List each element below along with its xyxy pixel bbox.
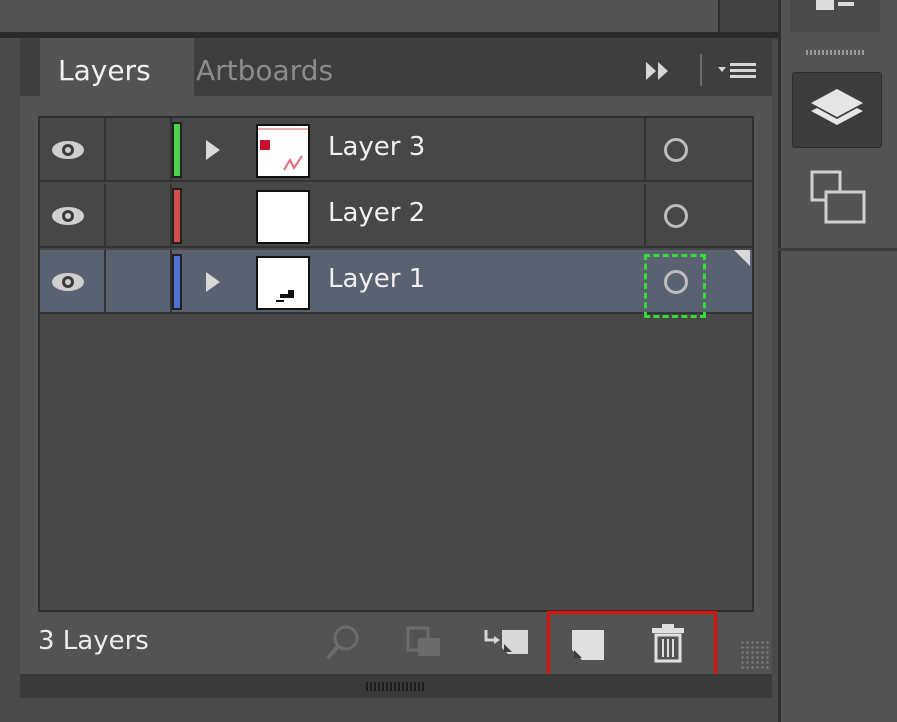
selection-indicator: [734, 250, 750, 266]
layer-name[interactable]: Layer 1: [328, 264, 425, 294]
layer-name[interactable]: Layer 2: [328, 198, 425, 228]
layer-thumbnail: [256, 124, 310, 178]
layer-row[interactable]: Layer 2: [40, 184, 752, 248]
layer-color-swatch: [172, 188, 182, 244]
tab-layers[interactable]: Layers: [40, 38, 194, 96]
panel-expand-button[interactable]: [640, 56, 680, 86]
target-circle-icon[interactable]: [664, 270, 688, 294]
clipping-mask-icon: [406, 626, 440, 656]
dock-separator: [778, 248, 897, 251]
align-icon: [816, 0, 854, 10]
target-circle-icon[interactable]: [664, 204, 688, 228]
dock-top-button[interactable]: [790, 0, 880, 32]
layer-color-swatch: [172, 254, 182, 310]
thumbnail-art: [276, 290, 294, 302]
layers-stack-icon: [811, 89, 863, 125]
panel-menu-icon: [718, 63, 756, 78]
locate-object-button[interactable]: [324, 622, 364, 662]
layer-name[interactable]: Layer 3: [328, 132, 425, 162]
tab-artboards[interactable]: Artboards: [178, 38, 364, 96]
layer-thumbnail: [256, 256, 310, 310]
double-chevron-right-icon: [646, 62, 668, 80]
panel-bottom-grip[interactable]: [366, 682, 426, 691]
visibility-eye-icon[interactable]: [50, 138, 86, 162]
layer-color-swatch: [172, 122, 182, 178]
search-icon: [326, 625, 359, 660]
layer-count: 3 Layers: [38, 626, 149, 656]
expand-triangle-icon[interactable]: [206, 272, 220, 292]
visibility-eye-icon[interactable]: [50, 270, 86, 294]
expand-triangle-icon[interactable]: [206, 140, 220, 160]
layer-thumbnail: [256, 190, 310, 244]
layer-row[interactable]: Layer 3: [40, 118, 752, 182]
clipping-mask-button[interactable]: [404, 624, 444, 660]
thumbnail-art: [258, 128, 308, 171]
visibility-eye-icon[interactable]: [50, 204, 86, 228]
target-circle-icon[interactable]: [664, 138, 688, 162]
panel-menu-button[interactable]: [710, 56, 760, 86]
new-sublayer-button[interactable]: [482, 624, 530, 660]
layer-row-selected[interactable]: Layer 1: [40, 250, 752, 318]
new-sublayer-icon: [484, 630, 528, 654]
tab-layers-label: Layers: [58, 54, 151, 87]
layers-dock-button[interactable]: [792, 72, 882, 148]
tab-artboards-label: Artboards: [196, 54, 334, 87]
dock-grip[interactable]: [806, 50, 866, 55]
artboards-dock-button[interactable]: [806, 166, 866, 226]
tab-bar-divider: [700, 54, 702, 86]
artboards-icon: [810, 170, 866, 224]
panel-resize-grip[interactable]: [740, 640, 770, 670]
